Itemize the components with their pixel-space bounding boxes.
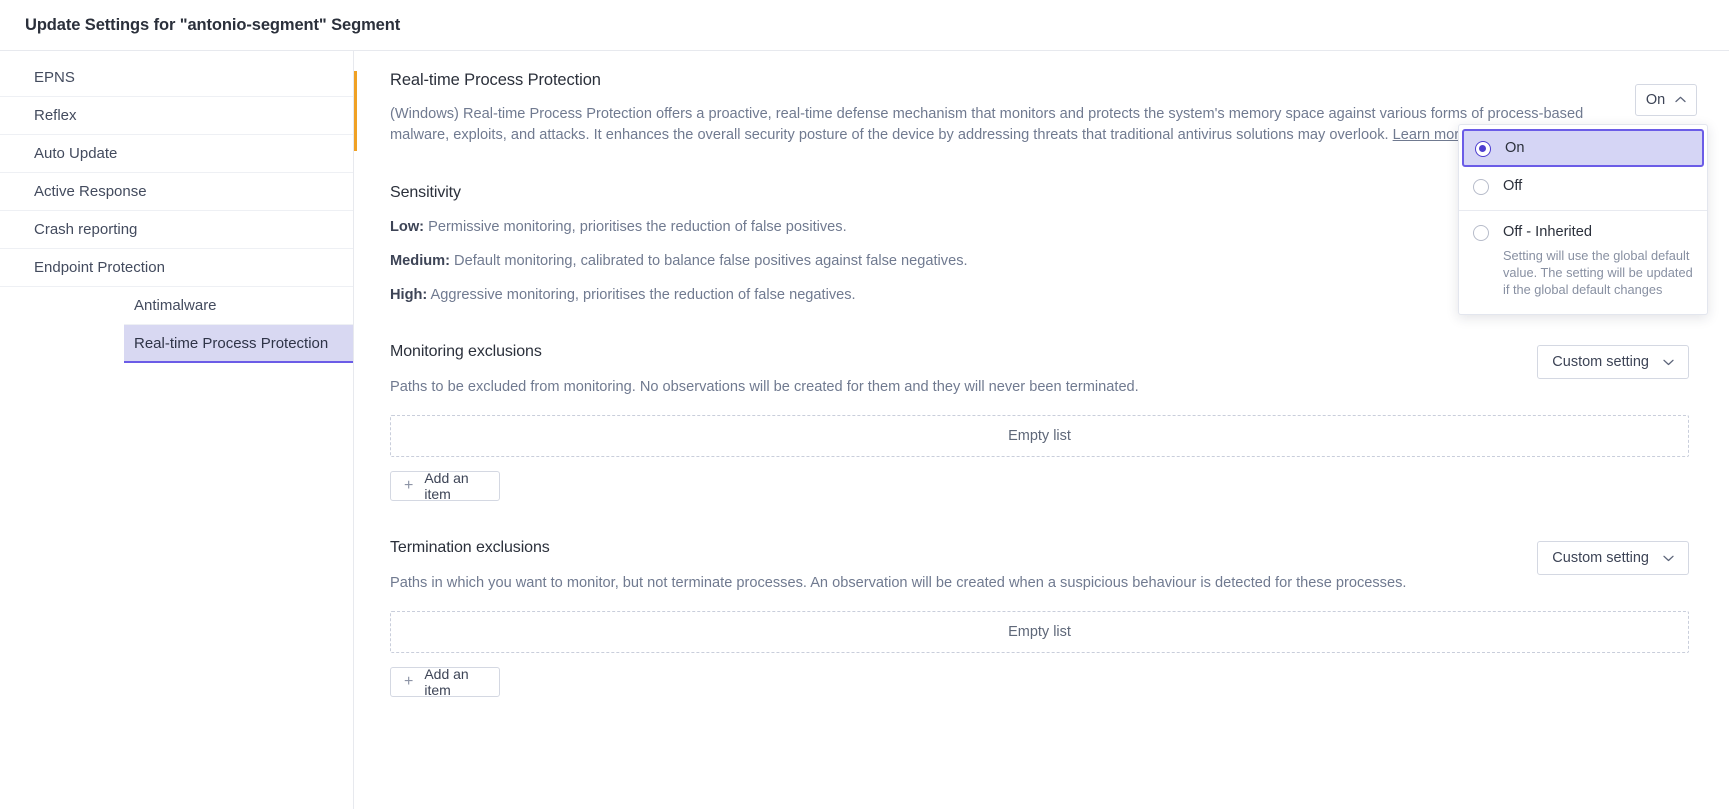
sidebar-item-label: Crash reporting [34, 221, 138, 238]
sensitivity-level-text: Aggressive monitoring, prioritises the r… [427, 287, 856, 303]
termination-exclusions-section: Termination exclusions Paths in which yo… [354, 539, 1729, 698]
monitoring-exclusions-title: Monitoring exclusions [390, 343, 542, 360]
state-toggle-value: On [1645, 92, 1666, 108]
sensitivity-level-text: Default monitoring, calibrated to balanc… [450, 253, 968, 269]
monitoring-exclusions-section: Monitoring exclusions Paths to be exclud… [354, 343, 1729, 502]
sidebar-item-label: Real-time Process Protection [134, 334, 329, 352]
termination-exclusions-add-label: Add an item [424, 666, 469, 698]
monitoring-exclusions-header-row: Monitoring exclusions Paths to be exclud… [390, 343, 1689, 397]
dropdown-option-label: Off [1503, 178, 1523, 194]
chevron-down-icon [1663, 552, 1674, 564]
sidebar-item-label: Auto Update [34, 145, 118, 162]
sensitivity-level-name: High: [390, 287, 428, 303]
dropdown-option-off-inherited[interactable]: Off - Inherited Setting will use the glo… [1459, 213, 1707, 308]
termination-exclusions-title: Termination exclusions [390, 539, 550, 556]
monitoring-exclusions-header-left: Monitoring exclusions Paths to be exclud… [390, 343, 1537, 397]
sensitivity-level-name: Low: [390, 219, 425, 235]
sidebar-item-epns[interactable]: EPNS [0, 59, 353, 97]
monitoring-exclusions-empty-list: Empty list [390, 415, 1689, 457]
monitoring-exclusions-setting-label: Custom setting [1552, 354, 1649, 370]
settings-sidebar: EPNS Reflex Auto Update Active Response … [0, 51, 354, 809]
termination-exclusions-header-row: Termination exclusions Paths in which yo… [390, 539, 1689, 593]
dropdown-divider [1459, 210, 1707, 211]
monitoring-exclusions-empty-label: Empty list [1008, 428, 1071, 444]
termination-exclusions-empty-label: Empty list [1008, 624, 1071, 640]
accent-bar [354, 71, 357, 151]
termination-exclusions-empty-list: Empty list [390, 611, 1689, 653]
sidebar-item-endpoint-protection[interactable]: Endpoint Protection [0, 249, 353, 287]
plus-icon: + [404, 477, 414, 494]
chevron-down-icon [1663, 356, 1674, 368]
radio-unselected-icon [1473, 225, 1489, 241]
feature-title: Real-time Process Protection [390, 71, 601, 89]
termination-exclusions-setting-button[interactable]: Custom setting [1537, 541, 1689, 575]
dropdown-option-label: On [1505, 140, 1525, 156]
chevron-up-icon [1675, 95, 1686, 106]
sensitivity-level-name: Medium: [390, 253, 450, 269]
state-dropdown-menu[interactable]: On Off Off - Inherited Setting will use … [1458, 124, 1708, 315]
plus-icon: + [404, 673, 414, 690]
sidebar-item-label: EPNS [34, 69, 75, 86]
dropdown-option-text-wrap: On [1505, 139, 1691, 157]
termination-exclusions-header-left: Termination exclusions Paths in which yo… [390, 539, 1537, 593]
sidebar-item-label: Endpoint Protection [34, 259, 165, 276]
monitoring-exclusions-setting-button[interactable]: Custom setting [1537, 345, 1689, 379]
sidebar-item-reflex[interactable]: Reflex [0, 97, 353, 135]
sidebar-item-antimalware[interactable]: Antimalware [124, 287, 353, 325]
sidebar-item-label: Reflex [34, 107, 77, 124]
sidebar-item-auto-update[interactable]: Auto Update [0, 135, 353, 173]
termination-exclusions-setting-label: Custom setting [1552, 550, 1649, 566]
dropdown-option-on[interactable]: On [1462, 129, 1704, 167]
settings-main-panel: On On Off Off - Inherited Setting will u… [354, 51, 1729, 809]
page-title: Update Settings for "antonio-segment" Se… [25, 15, 401, 34]
state-toggle-button[interactable]: On [1635, 84, 1697, 116]
sidebar-item-real-time-process-protection[interactable]: Real-time Process Protection [124, 325, 353, 363]
dropdown-option-text-wrap: Off - Inherited Setting will use the glo… [1503, 223, 1693, 298]
monitoring-exclusions-description: Paths to be excluded from monitoring. No… [390, 379, 1139, 395]
dropdown-option-text-wrap: Off [1503, 177, 1693, 195]
sidebar-item-label: Antimalware [134, 297, 217, 314]
dropdown-option-label: Off - Inherited [1503, 224, 1592, 240]
window-titlebar: Update Settings for "antonio-segment" Se… [0, 0, 1729, 51]
dropdown-option-description: Setting will use the global default valu… [1503, 248, 1693, 297]
monitoring-exclusions-add-item-button[interactable]: + Add an item [390, 470, 500, 502]
sensitivity-level-text: Permissive monitoring, prioritises the r… [424, 219, 847, 235]
sidebar-item-active-response[interactable]: Active Response [0, 173, 353, 211]
settings-window: Update Settings for "antonio-segment" Se… [0, 0, 1729, 809]
sidebar-item-label: Active Response [34, 183, 147, 200]
termination-exclusions-add-item-button[interactable]: + Add an item [390, 666, 500, 698]
sidebar-item-crash-reporting[interactable]: Crash reporting [0, 211, 353, 249]
feature-description: (Windows) Real-time Process Protection o… [390, 104, 1620, 146]
dropdown-option-off[interactable]: Off [1459, 167, 1707, 205]
termination-exclusions-description: Paths in which you want to monitor, but … [390, 575, 1407, 591]
window-body: EPNS Reflex Auto Update Active Response … [0, 51, 1729, 809]
radio-unselected-icon [1473, 179, 1489, 195]
monitoring-exclusions-add-label: Add an item [424, 470, 469, 502]
radio-selected-icon [1475, 141, 1491, 157]
sidebar-subgroup: Antimalware Real-time Process Protection [62, 287, 353, 363]
